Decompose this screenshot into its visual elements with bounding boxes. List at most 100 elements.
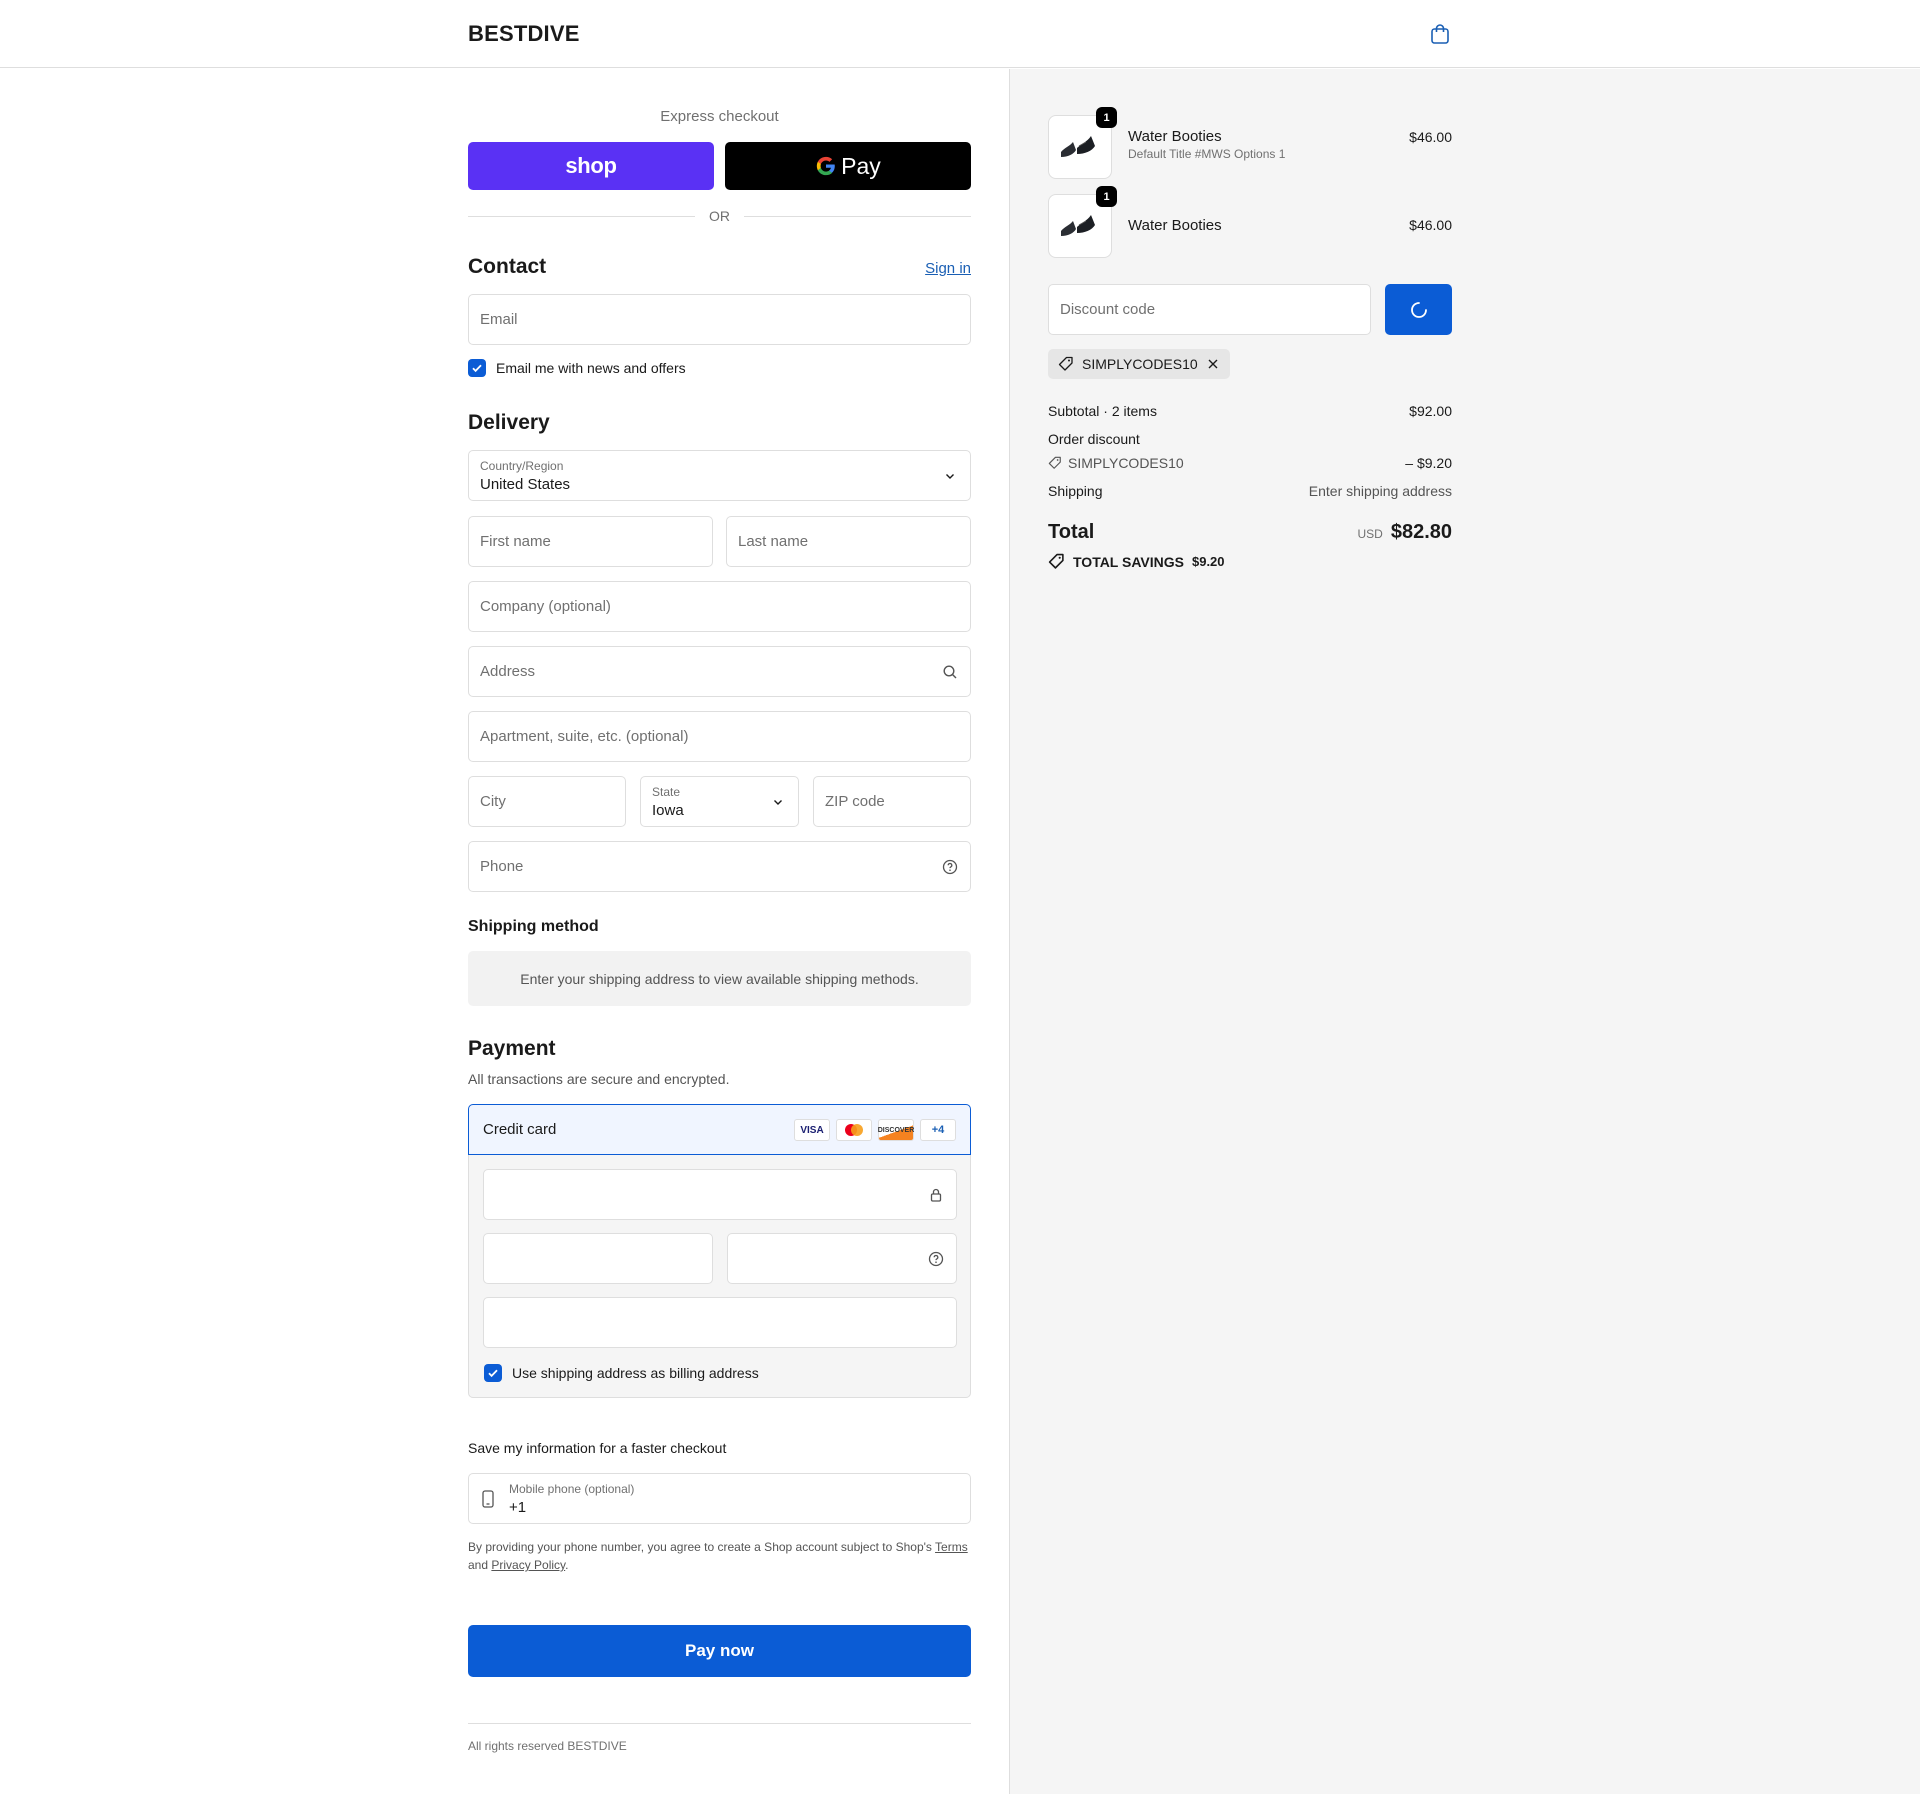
item-name: Water Booties: [1128, 128, 1222, 145]
privacy-policy-link[interactable]: Privacy Policy: [491, 1558, 565, 1572]
subtotal-row: Subtotal · 2 items $92.00: [1048, 403, 1452, 419]
pay-now-button[interactable]: Pay now: [468, 1625, 971, 1677]
apartment-field[interactable]: Apartment, suite, etc. (optional): [468, 711, 971, 762]
address-field[interactable]: Address: [468, 646, 971, 697]
card-brands: VISA DISCOVER +4: [794, 1119, 956, 1141]
company-placeholder: Company (optional): [480, 598, 611, 615]
mobile-phone-icon: [482, 1490, 494, 1508]
delivery-heading: Delivery: [468, 411, 550, 434]
last-name-placeholder: Last name: [738, 533, 809, 550]
state-select[interactable]: State Iowa: [640, 776, 799, 827]
last-name-field[interactable]: Last name: [726, 516, 971, 567]
phone-placeholder: Phone: [480, 858, 524, 875]
save-info-heading: Save my information for a faster checkou…: [468, 1440, 727, 1456]
total-savings-label: TOTAL SAVINGS: [1073, 553, 1184, 570]
company-field[interactable]: Company (optional): [468, 581, 971, 632]
google-pay-button[interactable]: Pay: [725, 142, 971, 190]
terms-link[interactable]: Terms: [935, 1540, 968, 1554]
order-discount-label: Order discount: [1048, 431, 1140, 447]
address-placeholder: Address: [480, 663, 536, 680]
security-code-field[interactable]: [727, 1233, 957, 1284]
total-row: Total USD $82.80: [1048, 521, 1452, 547]
phone-field[interactable]: Phone: [468, 841, 971, 892]
shipping-method-message: Enter your shipping address to view avai…: [520, 970, 919, 987]
disclaimer-text: By providing your phone number, you agre…: [468, 1540, 932, 1554]
apartment-placeholder: Apartment, suite, etc. (optional): [480, 728, 689, 745]
or-label: OR: [709, 208, 730, 224]
visa-icon: VISA: [794, 1119, 830, 1141]
express-checkout-title: Express checkout: [660, 108, 779, 125]
item-name: Water Booties: [1128, 217, 1222, 234]
pay-now-label: Pay now: [685, 1641, 754, 1660]
contact-heading: Contact: [468, 255, 547, 278]
google-g-icon: [817, 156, 835, 176]
mobile-phone-label: Mobile phone (optional): [509, 1482, 635, 1496]
shipping-row: Shipping Enter shipping address: [1048, 483, 1452, 499]
subtotal-value: $92.00: [1409, 403, 1452, 419]
quantity-badge: 1: [1096, 107, 1117, 128]
top-header: BESTDIVE: [0, 0, 1920, 68]
total-label: Total: [1048, 521, 1095, 543]
billing-checkbox-row[interactable]: Use shipping address as billing address: [484, 1364, 759, 1382]
email-placeholder: Email: [480, 311, 518, 328]
tag-icon: [1048, 456, 1061, 469]
more-cards-badge: +4: [920, 1119, 956, 1141]
footer-text: All rights reserved BESTDIVE: [468, 1739, 627, 1753]
shopping-bag-icon[interactable]: [1428, 22, 1452, 46]
discount-code-field[interactable]: Discount code: [1048, 284, 1371, 335]
chevron-down-icon: [774, 800, 782, 805]
or-divider: OR: [468, 208, 971, 224]
first-name-placeholder: First name: [480, 533, 551, 550]
tag-icon: [1058, 356, 1073, 371]
applied-code-label: SIMPLYCODES10: [1082, 356, 1198, 372]
help-circle-icon[interactable]: [942, 859, 958, 875]
item-variant: Default Title #MWS Options 1: [1128, 147, 1286, 161]
tag-icon: [1048, 553, 1064, 569]
country-select[interactable]: Country/Region United States: [468, 450, 971, 501]
billing-checkbox[interactable]: [484, 1364, 502, 1382]
state-value: Iowa: [652, 802, 684, 819]
first-name-field[interactable]: First name: [468, 516, 713, 567]
shop-disclaimer: By providing your phone number, you agre…: [468, 1538, 971, 1574]
footer-divider: [468, 1723, 971, 1724]
apply-discount-button[interactable]: [1385, 284, 1452, 335]
credit-card-option[interactable]: Credit card VISA DISCOVER +4: [468, 1104, 971, 1155]
check-icon: [488, 1369, 498, 1378]
total-savings-row: TOTAL SAVINGS $9.20: [1048, 553, 1452, 570]
shipping-method-heading: Shipping method: [468, 918, 599, 935]
cart-item: 1 Water Booties $46.00: [1048, 186, 1452, 258]
discount-code-placeholder: Discount code: [1060, 301, 1156, 318]
country-value: United States: [480, 476, 571, 493]
discover-icon: DISCOVER: [878, 1119, 914, 1141]
disclaimer-and: and: [468, 1558, 489, 1572]
brand-logo[interactable]: BESTDIVE: [468, 21, 580, 47]
newsletter-checkbox[interactable]: [468, 359, 486, 377]
newsletter-checkbox-row[interactable]: Email me with news and offers: [468, 359, 686, 377]
currency-label: USD: [1357, 527, 1383, 541]
help-circle-icon[interactable]: [928, 1251, 944, 1267]
city-field[interactable]: City: [468, 776, 626, 827]
expiration-field[interactable]: [483, 1233, 713, 1284]
name-on-card-field[interactable]: [483, 1297, 957, 1348]
item-price: $46.00: [1409, 217, 1452, 233]
cart-item: 1 Water Booties Default Title #MWS Optio…: [1048, 107, 1452, 179]
total-savings-value: $9.20: [1191, 554, 1225, 569]
payment-subtitle: All transactions are secure and encrypte…: [468, 1071, 730, 1087]
state-label: State: [652, 785, 681, 799]
card-number-field[interactable]: [483, 1169, 957, 1220]
email-field[interactable]: Email: [468, 294, 971, 345]
zip-field[interactable]: ZIP code: [813, 776, 971, 827]
country-label: Country/Region: [480, 459, 564, 473]
discount-value: – $9.20: [1405, 455, 1452, 471]
remove-discount-icon[interactable]: [1206, 357, 1220, 371]
payment-heading: Payment: [468, 1037, 556, 1060]
discount-code-row: SIMPLYCODES10 – $9.20: [1048, 455, 1452, 471]
order-discount-row: Order discount: [1048, 431, 1452, 447]
check-icon: [472, 364, 482, 373]
mobile-phone-field[interactable]: Mobile phone (optional) +1: [468, 1473, 971, 1524]
total-value: $82.80: [1390, 521, 1452, 543]
lock-icon: [930, 1188, 942, 1202]
shop-pay-button[interactable]: shop: [468, 142, 714, 190]
credit-card-label: Credit card: [483, 1121, 557, 1138]
sign-in-link[interactable]: Sign in: [925, 260, 971, 277]
